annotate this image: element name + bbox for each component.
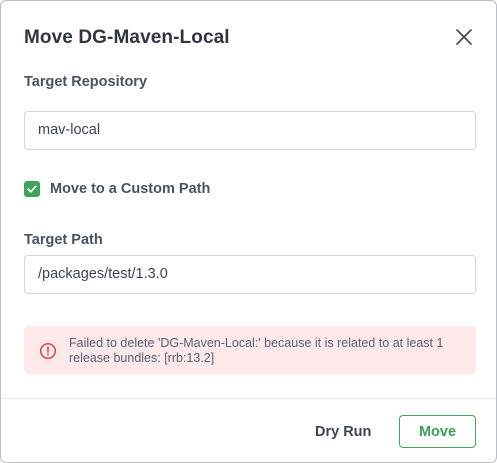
target-repository-input[interactable]: mav-local: [24, 111, 476, 150]
target-path-label: Target Path: [24, 232, 103, 248]
custom-path-label: Move to a Custom Path: [50, 181, 211, 197]
footer-divider: [1, 398, 496, 399]
close-icon: [456, 29, 472, 45]
move-button[interactable]: Move: [399, 415, 476, 448]
target-path-input[interactable]: /packages/test/1.3.0: [24, 255, 476, 294]
error-circle-icon: [39, 342, 57, 360]
move-dialog: Move DG-Maven-Local Target Repository ma…: [0, 0, 497, 463]
dry-run-button[interactable]: Dry Run: [304, 415, 382, 448]
custom-path-checkbox-row[interactable]: Move to a Custom Path: [24, 181, 210, 197]
checkmark-icon: [27, 185, 37, 193]
custom-path-checkbox[interactable]: [24, 181, 40, 197]
error-message: Failed to delete 'DG-Maven-Local:' becau…: [69, 336, 444, 365]
close-button[interactable]: [452, 25, 476, 49]
target-repository-label: Target Repository: [24, 74, 148, 90]
error-alert: Failed to delete 'DG-Maven-Local:' becau…: [24, 326, 476, 374]
dialog-title: Move DG-Maven-Local: [24, 27, 230, 48]
